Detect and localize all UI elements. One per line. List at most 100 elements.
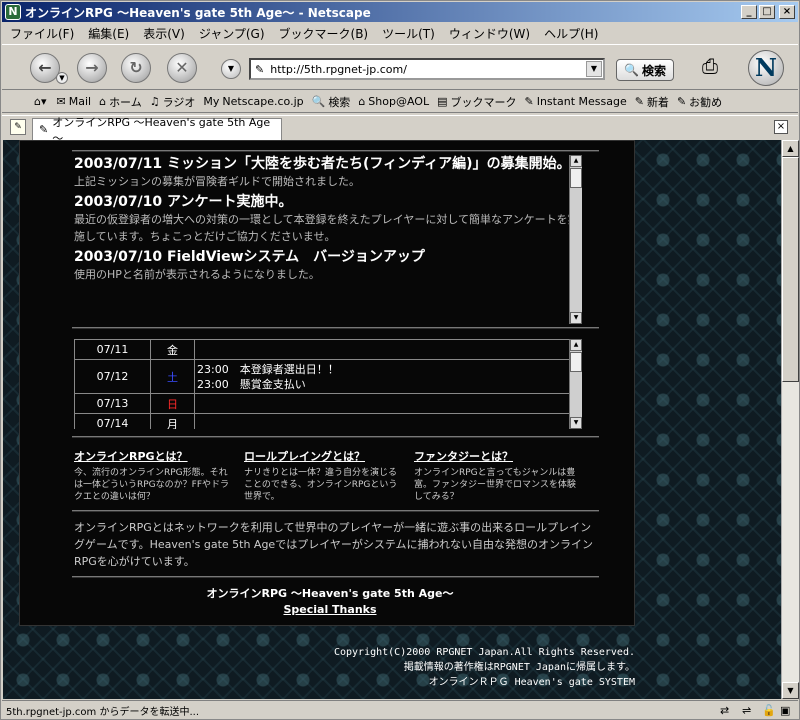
faq-fantasy: ファンタジーとは？ オンラインRPGと言ってもジャンルは豊富。ファンタジー世界で… [414, 448, 580, 503]
search-small-icon: 🔍 [311, 95, 326, 108]
search-icon: 🔍 [624, 63, 639, 77]
schedule-events [194, 393, 573, 414]
navigation-toolbar: ← ▼ → ↻ ✕ ▼ ✎ http://5th.rpgnet-jp.com/ … [2, 44, 798, 90]
personal-item-shop[interactable]: ⌂ Shop@AOL [358, 95, 429, 108]
menu-help[interactable]: ヘルプ(H) [544, 25, 598, 42]
faq-link[interactable]: ファンタジーとは？ [414, 448, 580, 464]
scroll-thumb[interactable] [570, 168, 582, 188]
security-lock-icon[interactable]: 🔓 [762, 704, 776, 717]
personal-item-new[interactable]: ✎ 新着 [635, 94, 669, 110]
copyright-line: Copyright(C)2000 RPGNET Japan.All Rights… [333, 647, 635, 658]
personal-item-search[interactable]: 🔍 検索 [312, 94, 351, 110]
divider [72, 436, 599, 438]
schedule-events: 23:00 本登録者選出日！！ 23:00 懸賞金支払い [194, 359, 573, 394]
news-body: 使用のHPと名前が表示されるようになりました。 [74, 268, 320, 281]
faq-desc: オンラインRPGと言ってもジャンルは豊富。ファンタジー世界でロマンスを体験してみ… [414, 468, 576, 502]
netscape-icon: N [5, 4, 21, 20]
close-tab-icon[interactable]: × [774, 120, 788, 134]
minimize-button[interactable]: _ [741, 5, 757, 19]
new-tab-icon[interactable]: ✎ [10, 119, 26, 135]
news-list: 2003/07/11 ミッション「大陸を歩む者たち(フィンディア編)」の募集開始… [74, 155, 586, 325]
url-dropdown-icon[interactable]: ▼ [221, 59, 241, 79]
connection-icon: ⇄ [720, 704, 730, 717]
schedule-dow: 土 [150, 359, 195, 394]
schedule-scrollbar[interactable]: ▲ ▼ [569, 339, 582, 429]
scroll-up-icon[interactable]: ▲ [570, 155, 582, 167]
mail-icon: ✉ [56, 95, 66, 108]
personal-item-im[interactable]: ✎ Instant Message [525, 95, 627, 108]
news-item: 2003/07/10 FieldViewシステム バージョンアップ 使用のHPと… [74, 248, 586, 283]
personal-item-netscape[interactable]: My Netscape.co.jp [203, 95, 303, 108]
tab-current[interactable]: ✎ オンラインRPG ～Heaven's gate 5th Age～ [32, 116, 282, 145]
page-scrollbar[interactable]: ▲ ▼ [781, 140, 799, 699]
menu-view[interactable]: 表示(V) [143, 25, 185, 42]
schedule-date: 07/14 [74, 413, 151, 429]
special-thanks-link[interactable]: Special Thanks [74, 602, 586, 618]
status-text: 5th.rpgnet-jp.com からデータを転送中... [6, 707, 200, 718]
divider [72, 150, 599, 152]
personal-item-mail[interactable]: ✉ Mail [57, 95, 92, 108]
my-netscape-icon: My [203, 95, 220, 108]
home-icon: ⌂ [99, 95, 107, 108]
schedule-dow: 月 [150, 413, 195, 429]
browser-window: N オンラインRPG ～Heaven's gate 5th Age～ - Net… [0, 0, 800, 720]
schedule-events [194, 339, 573, 360]
search-button[interactable]: 🔍 検索 [616, 59, 674, 81]
news-item: 2003/07/11 ミッション「大陸を歩む者たち(フィンディア編)」の募集開始… [74, 155, 586, 190]
personal-item-bookmarks[interactable]: ▤ ブックマーク [437, 94, 516, 110]
netscape-logo[interactable]: N [748, 50, 784, 86]
title-bar: N オンラインRPG ～Heaven's gate 5th Age～ - Net… [2, 2, 798, 22]
popup-icon[interactable]: ▣ [780, 704, 790, 717]
schedule-dow: 日 [150, 393, 195, 414]
url-field[interactable]: ✎ http://5th.rpgnet-jp.com/ ▼ [249, 58, 605, 80]
menu-go[interactable]: ジャンプ(G) [199, 25, 265, 42]
forward-button[interactable]: → [77, 53, 107, 83]
news-headline: 2003/07/10 アンケート実施中。 [74, 194, 293, 210]
faq-link[interactable]: オンラインRPGとは？ [74, 448, 232, 464]
home-menu-icon[interactable]: ⌂▾ [34, 95, 47, 108]
news-headline: 2003/07/10 FieldViewシステム バージョンアップ [74, 249, 425, 265]
footer-title: オンラインRPG ～Heaven's gate 5th Age～ [206, 587, 454, 600]
news-body: 最近の仮登録者の増大への対策の一環として本登録を終えたプレイヤーに対して簡単なア… [74, 213, 579, 243]
menu-edit[interactable]: 編集(E) [88, 25, 129, 42]
back-dropdown-icon[interactable]: ▼ [56, 72, 68, 84]
copyright-line: 掲載情報の著作権はRPGNET Japanに帰属します。 [403, 662, 635, 673]
tab-page-icon: ✎ [39, 123, 49, 136]
stop-button[interactable]: ✕ [167, 53, 197, 83]
url-text: http://5th.rpgnet-jp.com/ [270, 62, 407, 76]
offline-icon[interactable]: ⇌ [742, 704, 751, 717]
news-scrollbar[interactable]: ▲ ▼ [569, 155, 582, 324]
scroll-down-icon[interactable]: ▼ [570, 417, 582, 429]
url-history-icon[interactable]: ▼ [586, 61, 602, 77]
reload-button[interactable]: ↻ [121, 53, 151, 83]
scroll-up-icon[interactable]: ▲ [570, 339, 582, 351]
personal-item-recommend[interactable]: ✎ お勧め [677, 94, 722, 110]
intro-text: オンラインRPGとはネットワークを利用して世界中のプレイヤーが一緒に遊ぶ事の出来… [74, 521, 593, 568]
personal-item-radio[interactable]: ♫ ラジオ [150, 94, 196, 110]
personal-toolbar: ⌂▾ ✉ Mail ⌂ ホーム ♫ ラジオ My Netscape.co.jp 🔍 検索 … [2, 91, 798, 113]
copyright-line: オンラインＲＰＧ Heaven's gate SYSTEM [428, 677, 635, 688]
table-row: 07/11 金 [74, 339, 573, 360]
menu-file[interactable]: ファイル(F) [10, 25, 74, 42]
menu-window[interactable]: ウィンドウ(W) [449, 25, 530, 42]
scroll-down-icon[interactable]: ▼ [782, 682, 799, 699]
page-viewport: 2003/07/11 ミッション「大陸を歩む者たち(フィンディア編)」の募集開始… [3, 140, 781, 699]
new-icon: ✎ [634, 95, 644, 108]
menu-tools[interactable]: ツール(T) [382, 25, 435, 42]
personal-item-home[interactable]: ⌂ ホーム [99, 94, 142, 110]
scroll-down-icon[interactable]: ▼ [570, 312, 582, 324]
faq-link[interactable]: ロールプレイングとは？ [244, 448, 404, 464]
scroll-up-icon[interactable]: ▲ [782, 140, 799, 157]
print-icon[interactable]: ⎙ [702, 55, 728, 77]
tab-bar: ✎ ✎ オンラインRPG ～Heaven's gate 5th Age～ × [2, 115, 798, 145]
scroll-thumb[interactable] [782, 157, 799, 382]
close-button[interactable]: × [779, 5, 795, 19]
window-title: オンラインRPG ～Heaven's gate 5th Age～ - Netsc… [25, 5, 371, 20]
scroll-thumb[interactable] [570, 352, 582, 372]
content-panel: 2003/07/11 ミッション「大陸を歩む者たち(フィンディア編)」の募集開始… [19, 140, 635, 626]
schedule-events [194, 413, 573, 429]
schedule-calendar: 07/11 金 07/12 土 23:00 本登録者選出日！！ 23:00 懸賞金支払… [74, 339, 573, 429]
maximize-button[interactable]: □ [759, 5, 775, 19]
menu-bookmarks[interactable]: ブックマーク(B) [279, 25, 369, 42]
schedule-date: 07/12 [74, 359, 151, 394]
